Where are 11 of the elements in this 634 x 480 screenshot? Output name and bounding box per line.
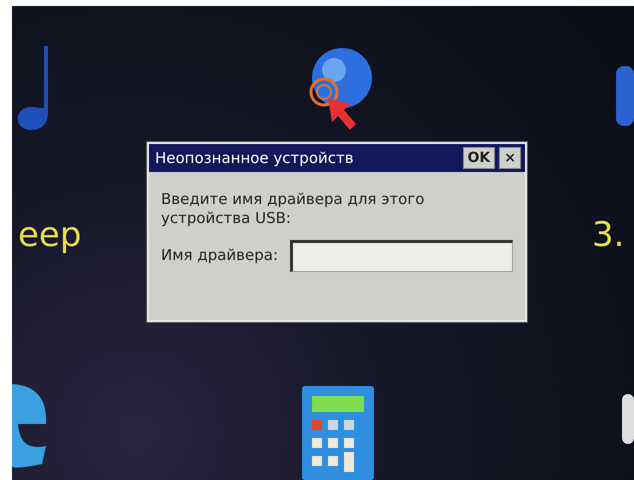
field-label: Имя драйвера: <box>161 245 278 266</box>
desktop-label: еер <box>18 218 82 252</box>
desktop-label: 3. <box>592 218 624 252</box>
shape-partial-icon[interactable] <box>620 394 634 444</box>
ok-button[interactable]: OK <box>462 147 496 169</box>
close-button[interactable]: × <box>499 147 521 169</box>
calculator-icon[interactable] <box>302 386 374 480</box>
driver-name-field[interactable] <box>290 240 513 272</box>
dialog-message: Введите имя драйвера для этого устройства USB: <box>161 190 426 228</box>
dialog-title: Неопознанное устройств <box>155 148 355 169</box>
app-partial-icon[interactable] <box>616 66 634 126</box>
